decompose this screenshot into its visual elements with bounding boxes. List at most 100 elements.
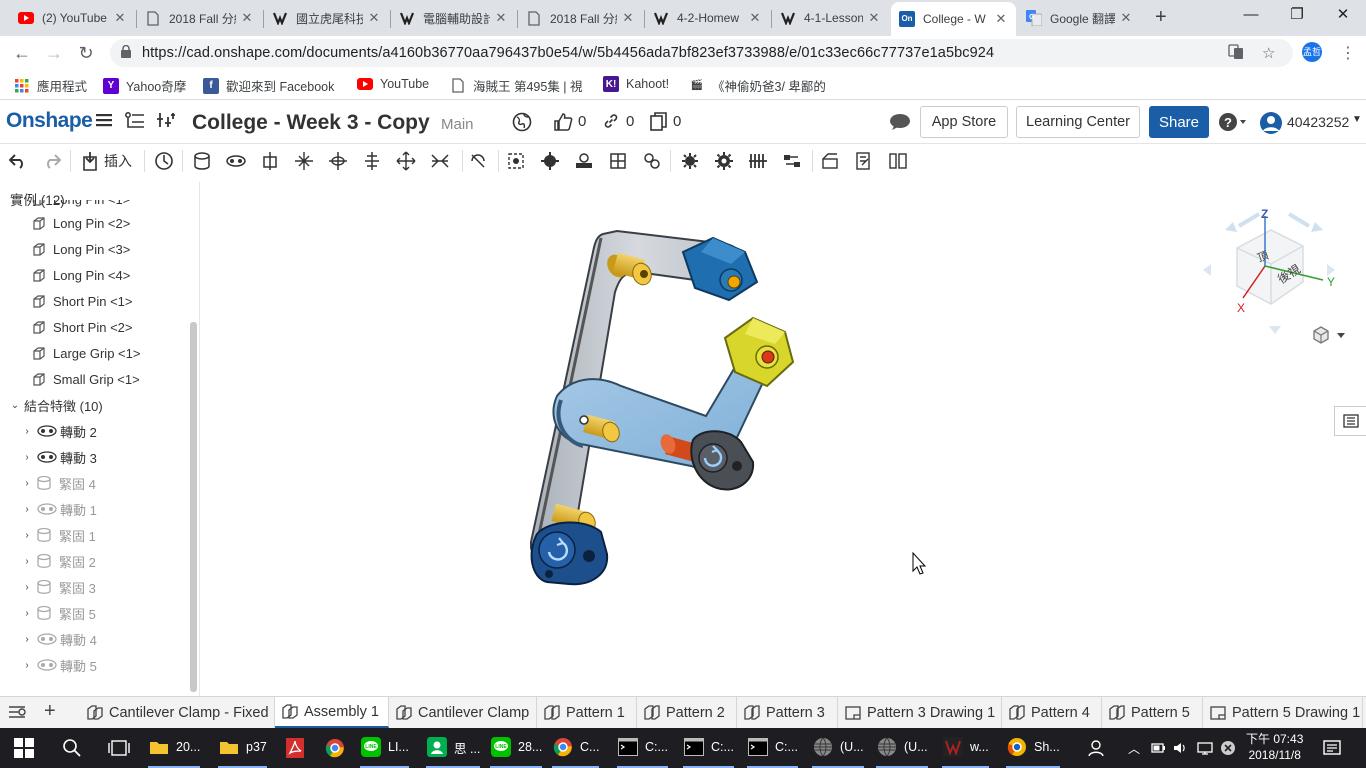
close-tab-icon[interactable]: ✕ (748, 10, 762, 26)
forward-icon[interactable]: → (42, 41, 66, 65)
tree-instance-item[interactable]: Large Grip <1> (0, 340, 190, 366)
tree-instance-item[interactable]: Short Pin <1> (0, 288, 190, 314)
new-tab-button[interactable]: + (1155, 6, 1167, 28)
chevron-right-icon[interactable]: › (22, 478, 32, 489)
blue-hex-nut[interactable] (681, 236, 759, 302)
browser-tab[interactable]: On College - W ✕ (891, 2, 1016, 36)
close-tab-icon[interactable]: ✕ (621, 10, 635, 26)
tree-mate-item[interactable]: › 緊固 4 (0, 470, 190, 496)
browser-tab[interactable]: 4-1-Lesson ✕ (772, 3, 889, 33)
reload-icon[interactable]: ↻ (74, 41, 98, 65)
mates-folder[interactable]: ⌄ 結合特徵 (10) (0, 392, 190, 418)
public-globe-icon[interactable] (512, 112, 532, 137)
volume-icon[interactable] (1172, 740, 1188, 759)
mate-connector-icon[interactable] (504, 150, 528, 172)
windows-start-icon[interactable] (14, 738, 34, 761)
element-tab[interactable]: Pattern 4 (1002, 697, 1102, 728)
tab-manager-icon[interactable] (8, 704, 26, 723)
pin-slot-mate-icon[interactable] (360, 150, 384, 172)
feature-tree-scrollbar[interactable] (190, 322, 197, 692)
close-tab-icon[interactable]: ✕ (240, 10, 254, 26)
add-tab-button[interactable]: + (44, 700, 56, 723)
profile-avatar[interactable]: 孟哲 (1302, 42, 1322, 62)
chevron-right-icon[interactable]: › (22, 556, 32, 567)
browser-tab[interactable]: (2) YouTube ✕ (10, 3, 135, 33)
element-tab[interactable]: Pattern 5 (1102, 697, 1203, 728)
maximize-button[interactable]: ❐ (1274, 0, 1320, 32)
linear-relation-icon[interactable] (640, 150, 664, 172)
cylindrical-mate-icon[interactable] (326, 150, 350, 172)
app-store-button[interactable]: App Store (920, 106, 1008, 138)
user-name[interactable]: 40423252 (1287, 114, 1349, 130)
comments-icon[interactable] (889, 113, 911, 136)
element-tab[interactable]: Pattern 5 Drawing 1 (1203, 697, 1363, 728)
chevron-right-icon[interactable]: › (22, 608, 32, 619)
large-grip[interactable] (530, 521, 609, 586)
browser-tab[interactable]: G Google 翻譯 ✕ (1018, 3, 1141, 33)
taskbar-app[interactable]: C:... (617, 728, 668, 768)
element-tab[interactable]: Assembly 1 (275, 697, 389, 728)
tree-instance-item[interactable]: Long Pin <2> (0, 210, 190, 236)
element-tab[interactable]: Pattern 3 Drawing 1 (838, 697, 1002, 728)
screw-relation-icon[interactable] (606, 150, 630, 172)
network-icon[interactable] (1196, 740, 1214, 759)
bookmark-item[interactable]: 海賊王 第495集 | 視 (450, 76, 583, 95)
tree-instance-item[interactable]: Long Pin <3> (0, 236, 190, 262)
section-view-icon[interactable] (818, 150, 842, 172)
tree-mate-item[interactable]: › 轉動 5 (0, 652, 190, 678)
tree-mate-item[interactable]: › 緊固 5 (0, 600, 190, 626)
rack-pinion-icon[interactable] (572, 150, 596, 172)
taskbar-app[interactable]: (U... (876, 728, 928, 768)
element-tab[interactable]: Pattern 2 (637, 697, 737, 728)
taskbar-app[interactable]: LINE 28... (490, 728, 543, 768)
close-tab-icon[interactable]: ✕ (867, 10, 881, 26)
tree-mate-item[interactable]: › 轉動 3 (0, 444, 190, 470)
tree-mate-item[interactable]: › 緊固 3 (0, 574, 190, 600)
close-tab-icon[interactable]: ✕ (367, 10, 381, 26)
taskbar-app[interactable]: Sh... (1006, 728, 1060, 768)
taskbar-app[interactable] (324, 728, 352, 768)
revolute-mate-icon[interactable] (224, 150, 248, 172)
tree-mate-item[interactable]: › 緊固 1 (0, 522, 190, 548)
taskbar-app[interactable]: p37 (218, 728, 267, 768)
redo-icon[interactable] (40, 150, 64, 172)
fastened-mate-icon[interactable] (190, 150, 214, 172)
browser-tab[interactable]: 電腦輔助設計 ✕ (391, 3, 516, 33)
translate-icon[interactable] (1228, 44, 1244, 64)
ball-mate-icon[interactable] (394, 150, 418, 172)
graphics-viewport[interactable]: 頂 後視 Z X Y (201, 182, 1366, 696)
element-tab[interactable]: Cantilever Clamp - Fixed (80, 697, 275, 728)
undo-icon[interactable] (6, 150, 30, 172)
close-tab-icon[interactable]: ✕ (494, 10, 508, 26)
planar-mate-icon[interactable] (292, 150, 316, 172)
browser-tab[interactable]: 國立虎尾科技 ✕ (264, 3, 389, 33)
insert-label[interactable]: 插入 (104, 151, 132, 171)
browser-menu-icon[interactable]: ⋮ (1340, 43, 1356, 63)
action-center-icon[interactable] (1322, 738, 1342, 761)
mate-values-icon[interactable] (780, 150, 804, 172)
bookmark-item[interactable]: K! Kahoot! (603, 76, 669, 92)
browser-tab[interactable]: 2018 Fall 分組 ✕ (137, 3, 262, 33)
battery-icon[interactable] (1150, 740, 1166, 759)
tangent-mate-icon[interactable] (466, 150, 490, 172)
assembly-model[interactable] (201, 182, 1366, 696)
element-tab[interactable]: Pattern 1 (537, 697, 637, 728)
insert-part-icon[interactable] (156, 111, 176, 136)
taskbar-app[interactable]: 思 ... (426, 728, 481, 768)
search-icon[interactable] (62, 738, 82, 761)
taskbar-app[interactable]: w... (942, 728, 989, 768)
learning-center-button[interactable]: Learning Center (1016, 106, 1140, 138)
copy-icon[interactable] (650, 112, 668, 137)
link-icon[interactable] (603, 113, 619, 134)
back-icon[interactable]: ← (10, 41, 34, 65)
group-icon[interactable] (678, 150, 702, 172)
task-view-icon[interactable] (108, 738, 130, 761)
tree-instance-item[interactable]: Long Pin <4> (0, 262, 190, 288)
tree-mate-item[interactable]: › 轉動 4 (0, 626, 190, 652)
tray-chevron-icon[interactable]: ︿ (1128, 740, 1140, 757)
tree-mate-item[interactable]: › 轉動 2 (0, 418, 190, 444)
chevron-right-icon[interactable]: › (22, 660, 32, 671)
replicate-icon[interactable] (152, 150, 176, 172)
insert-icon[interactable] (78, 150, 102, 172)
chevron-right-icon[interactable]: › (22, 530, 32, 541)
